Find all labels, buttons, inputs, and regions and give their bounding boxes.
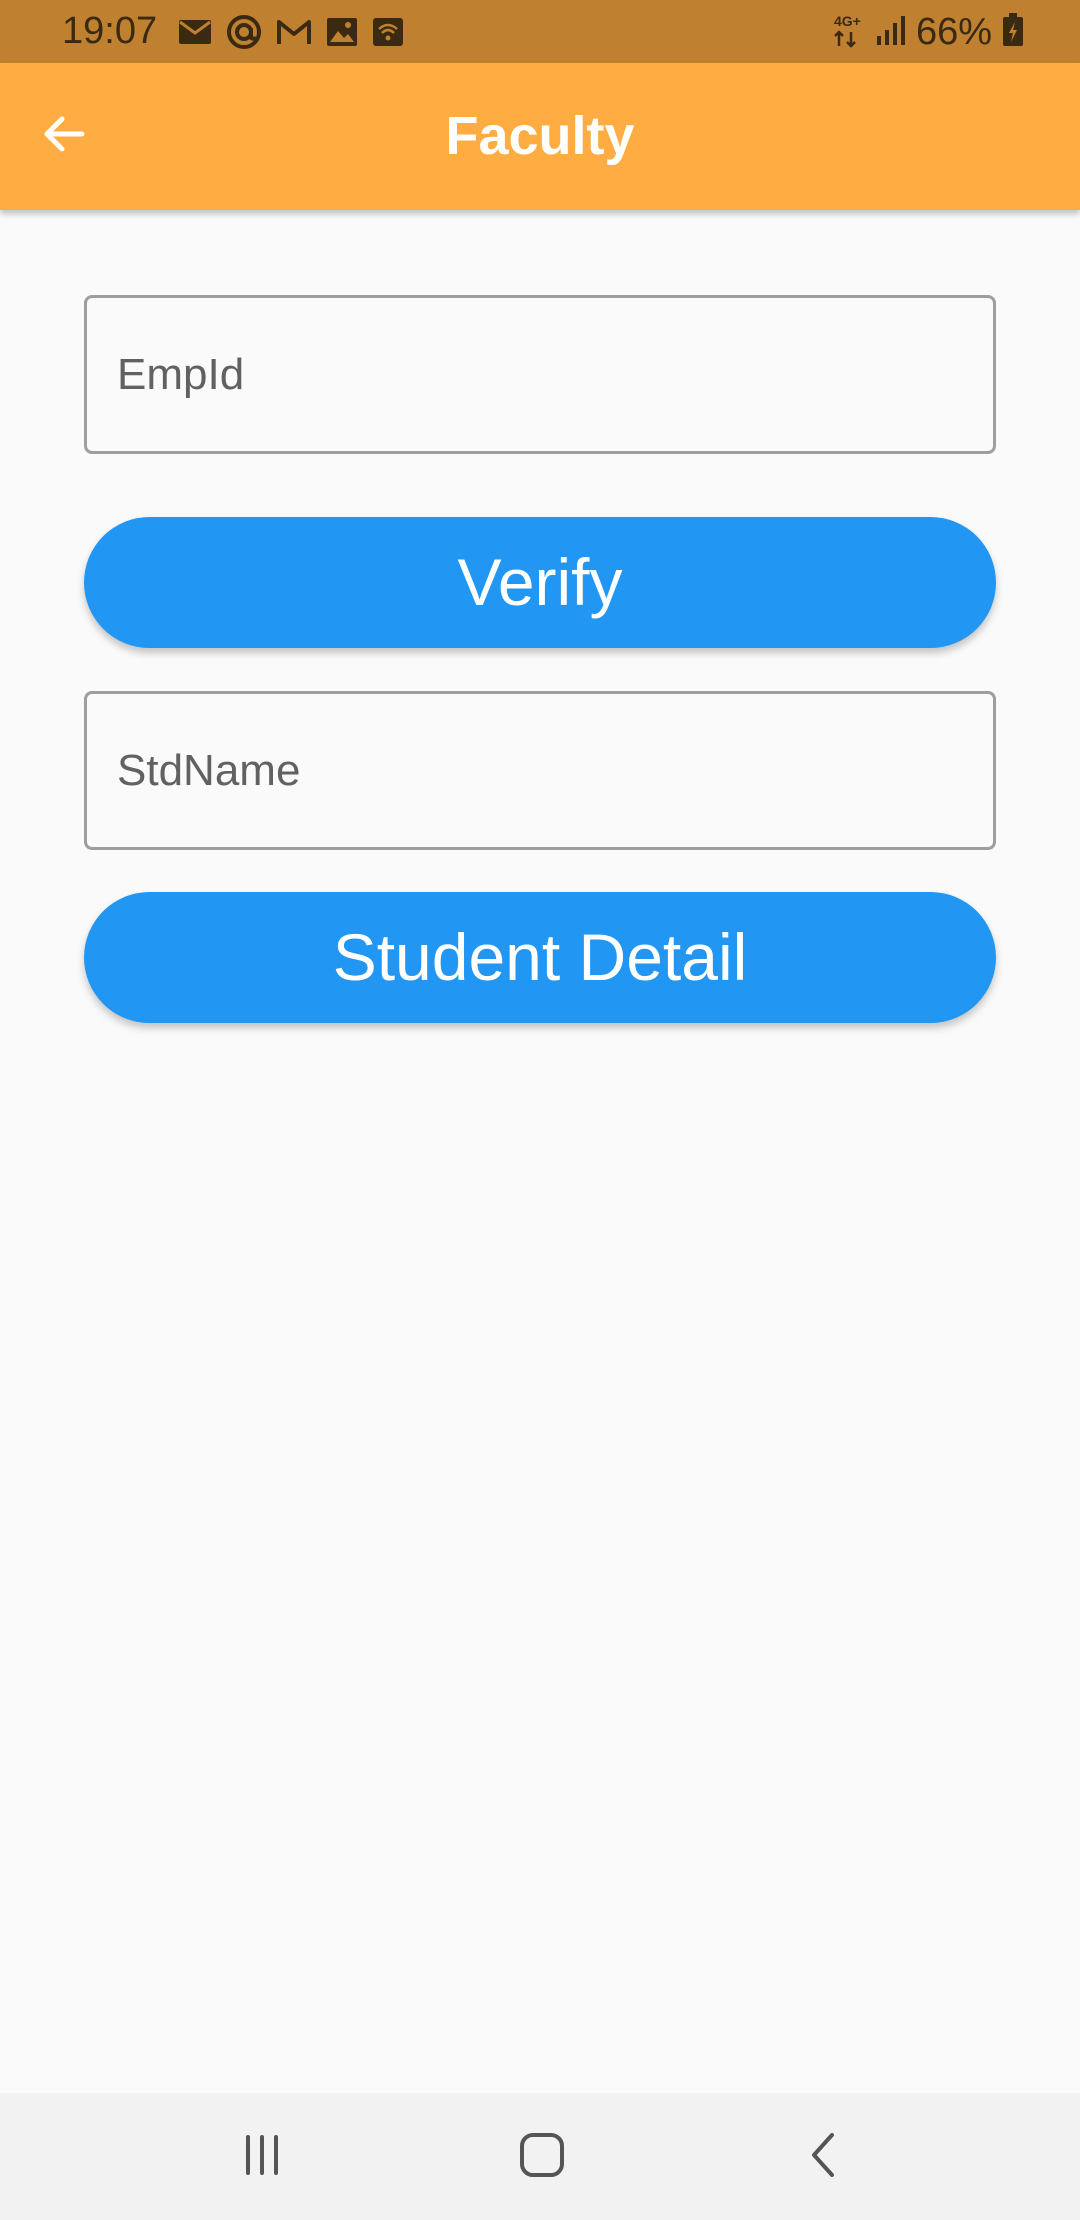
network-type-label: 4G+: [834, 13, 861, 29]
home-button[interactable]: [502, 2117, 582, 2197]
back-arrow-icon: [40, 110, 88, 163]
status-icons-left: [178, 12, 404, 52]
at-sign-icon: [226, 14, 262, 50]
status-bar: 19:07 4G+ 66%: [0, 0, 1080, 63]
status-icons-right: 4G+ 66%: [832, 10, 1024, 54]
signal-icon: [876, 14, 906, 51]
recent-apps-icon: [242, 2134, 282, 2180]
wifi-call-icon: [372, 17, 404, 47]
app-bar: Faculty: [0, 63, 1080, 210]
status-time: 19:07: [62, 10, 158, 52]
battery-percent: 66%: [915, 11, 992, 53]
back-button[interactable]: [32, 104, 96, 168]
verify-button[interactable]: Verify: [84, 517, 996, 648]
email-icon: [178, 19, 212, 45]
page-title: Faculty: [445, 106, 635, 166]
stdname-input[interactable]: [84, 691, 996, 850]
gallery-icon: [326, 17, 358, 47]
back-icon: [804, 2132, 844, 2183]
system-nav-bar: [0, 2093, 1080, 2220]
student-detail-button[interactable]: Student Detail: [84, 892, 996, 1023]
battery-charging-icon: [1002, 12, 1024, 52]
home-icon: [519, 2132, 565, 2183]
empid-input[interactable]: [84, 295, 996, 454]
mobile-data-icon: 4G+: [832, 12, 866, 53]
gmail-icon: [276, 18, 312, 46]
recent-apps-button[interactable]: [222, 2117, 302, 2197]
nav-back-button[interactable]: [784, 2117, 864, 2197]
